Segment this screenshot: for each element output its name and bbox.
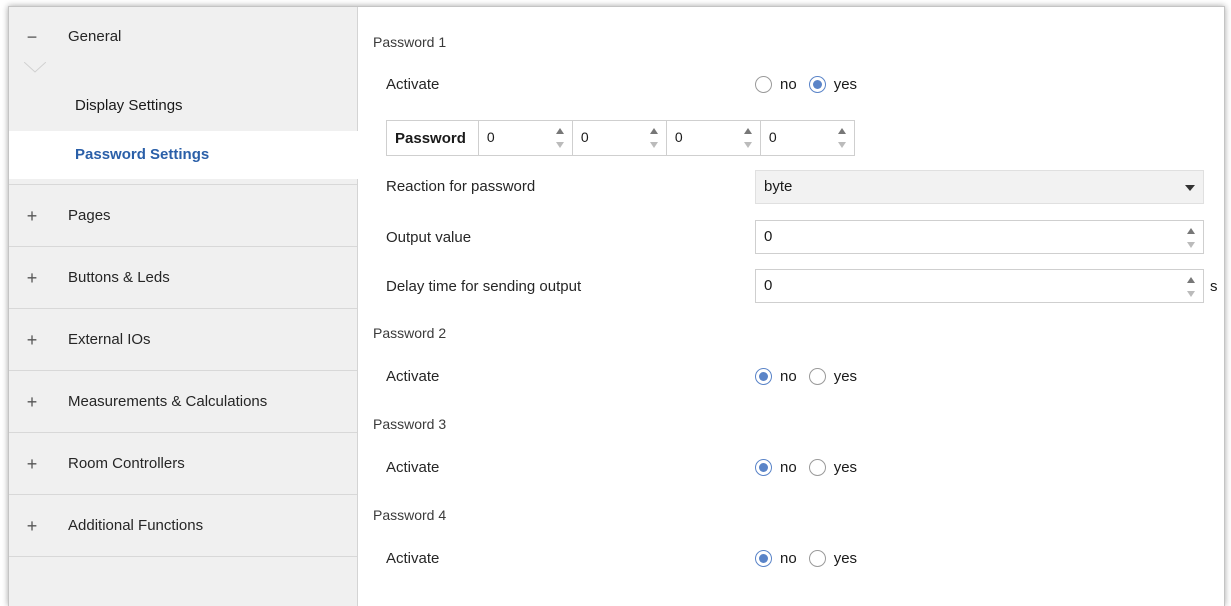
delay-unit: s <box>1210 278 1218 295</box>
password-field-group: Password 0 0 0 0 <box>386 120 855 156</box>
radio-no[interactable] <box>755 459 772 476</box>
chevron-down-icon[interactable] <box>1185 185 1195 191</box>
tree-notch-icon <box>24 62 46 73</box>
sidebar-item-external-ios[interactable]: + External IOs <box>9 310 357 371</box>
password-digit-2[interactable]: 0 <box>571 121 666 155</box>
radio-yes[interactable] <box>808 550 826 567</box>
sidebar-item-label: Buttons & Leds <box>68 269 170 286</box>
radio-yes[interactable] <box>808 459 826 476</box>
section-title-password-2: Password 2 <box>373 325 447 341</box>
app-window: − General Display Settings Password Sett… <box>8 6 1225 606</box>
reaction-select-value: byte <box>764 178 793 195</box>
password-digit-3[interactable]: 0 <box>665 121 760 155</box>
section-title-password-3: Password 3 <box>373 416 447 432</box>
spinner-icon[interactable] <box>555 128 564 148</box>
expand-icon[interactable]: + <box>25 186 39 246</box>
activate-radio-group-2: no yes <box>755 368 869 385</box>
activate-radio-group-4: no yes <box>755 550 869 567</box>
sidebar-item-label: Additional Functions <box>68 517 204 534</box>
output-value-label: Output value <box>386 229 472 246</box>
sidebar-item-label: External IOs <box>68 331 151 348</box>
radio-yes-label[interactable]: yes <box>834 550 857 567</box>
expand-icon[interactable]: + <box>25 434 39 494</box>
radio-no[interactable] <box>755 550 772 567</box>
radio-yes[interactable] <box>808 368 826 385</box>
activate-label: Activate <box>386 368 440 385</box>
sidebar-item-measurements[interactable]: + Measurements & Calculations <box>9 372 357 433</box>
radio-yes-label[interactable]: yes <box>834 76 857 93</box>
reaction-label: Reaction for password <box>386 178 536 195</box>
radio-no[interactable] <box>755 76 772 93</box>
expand-icon[interactable]: + <box>25 496 39 556</box>
password-digit-4[interactable]: 0 <box>759 121 854 155</box>
sidebar-item-display-settings[interactable]: Display Settings <box>9 82 357 130</box>
spinner-icon[interactable] <box>1187 228 1195 248</box>
activate-label: Activate <box>386 459 440 476</box>
expand-icon[interactable]: + <box>25 310 39 370</box>
sidebar: − General Display Settings Password Sett… <box>9 7 358 606</box>
delay-value: 0 <box>764 277 773 294</box>
digit-value: 0 <box>580 129 589 145</box>
activate-radio-group-1: no yes <box>755 76 869 93</box>
sidebar-item-label: Measurements & Calculations <box>68 393 268 410</box>
spinner-icon[interactable] <box>837 128 846 148</box>
digit-value: 0 <box>674 129 683 145</box>
radio-no-label[interactable]: no <box>780 459 797 476</box>
digit-value: 0 <box>486 129 495 145</box>
sidebar-item-room-controllers[interactable]: + Room Controllers <box>9 434 357 495</box>
reaction-select[interactable]: byte <box>755 170 1204 204</box>
sidebar-item-label: Password Settings <box>75 146 210 163</box>
expand-icon[interactable]: + <box>25 372 39 432</box>
password-digit-1[interactable]: 0 <box>477 121 572 155</box>
sidebar-item-label: Room Controllers <box>68 455 185 472</box>
main-panel: Password 1 Activate no yes Password 0 0 … <box>358 7 1224 606</box>
radio-yes[interactable] <box>808 76 826 93</box>
radio-yes-label[interactable]: yes <box>834 368 857 385</box>
sidebar-item-buttons-leds[interactable]: + Buttons & Leds <box>9 248 357 309</box>
sidebar-item-label: General <box>68 28 122 45</box>
sidebar-item-general[interactable]: − General <box>9 7 357 73</box>
radio-no-label[interactable]: no <box>780 368 797 385</box>
sidebar-item-additional-functions[interactable]: + Additional Functions <box>9 496 357 557</box>
divider <box>9 184 357 185</box>
sidebar-item-password-settings[interactable]: Password Settings <box>9 131 358 179</box>
activate-radio-group-3: no yes <box>755 459 869 476</box>
activate-label: Activate <box>386 76 440 93</box>
radio-no-label[interactable]: no <box>780 76 797 93</box>
output-value-input[interactable]: 0 <box>755 220 1204 254</box>
spinner-icon[interactable] <box>1187 277 1195 297</box>
expand-icon[interactable]: + <box>25 248 39 308</box>
radio-no-label[interactable]: no <box>780 550 797 567</box>
spinner-icon[interactable] <box>649 128 658 148</box>
password-label: Password <box>395 129 466 147</box>
sidebar-item-label: Pages <box>68 207 111 224</box>
sidebar-item-label: Display Settings <box>75 97 183 114</box>
delay-label: Delay time for sending output <box>386 278 582 295</box>
output-value: 0 <box>764 228 773 245</box>
activate-label: Activate <box>386 550 440 567</box>
section-title-password-4: Password 4 <box>373 507 447 523</box>
spinner-icon[interactable] <box>743 128 752 148</box>
sidebar-item-pages[interactable]: + Pages <box>9 186 357 247</box>
delay-input[interactable]: 0 <box>755 269 1204 303</box>
section-title-password-1: Password 1 <box>373 34 447 50</box>
radio-no[interactable] <box>755 368 772 385</box>
radio-yes-label[interactable]: yes <box>834 459 857 476</box>
collapse-icon[interactable]: − <box>25 7 39 67</box>
digit-value: 0 <box>768 129 777 145</box>
